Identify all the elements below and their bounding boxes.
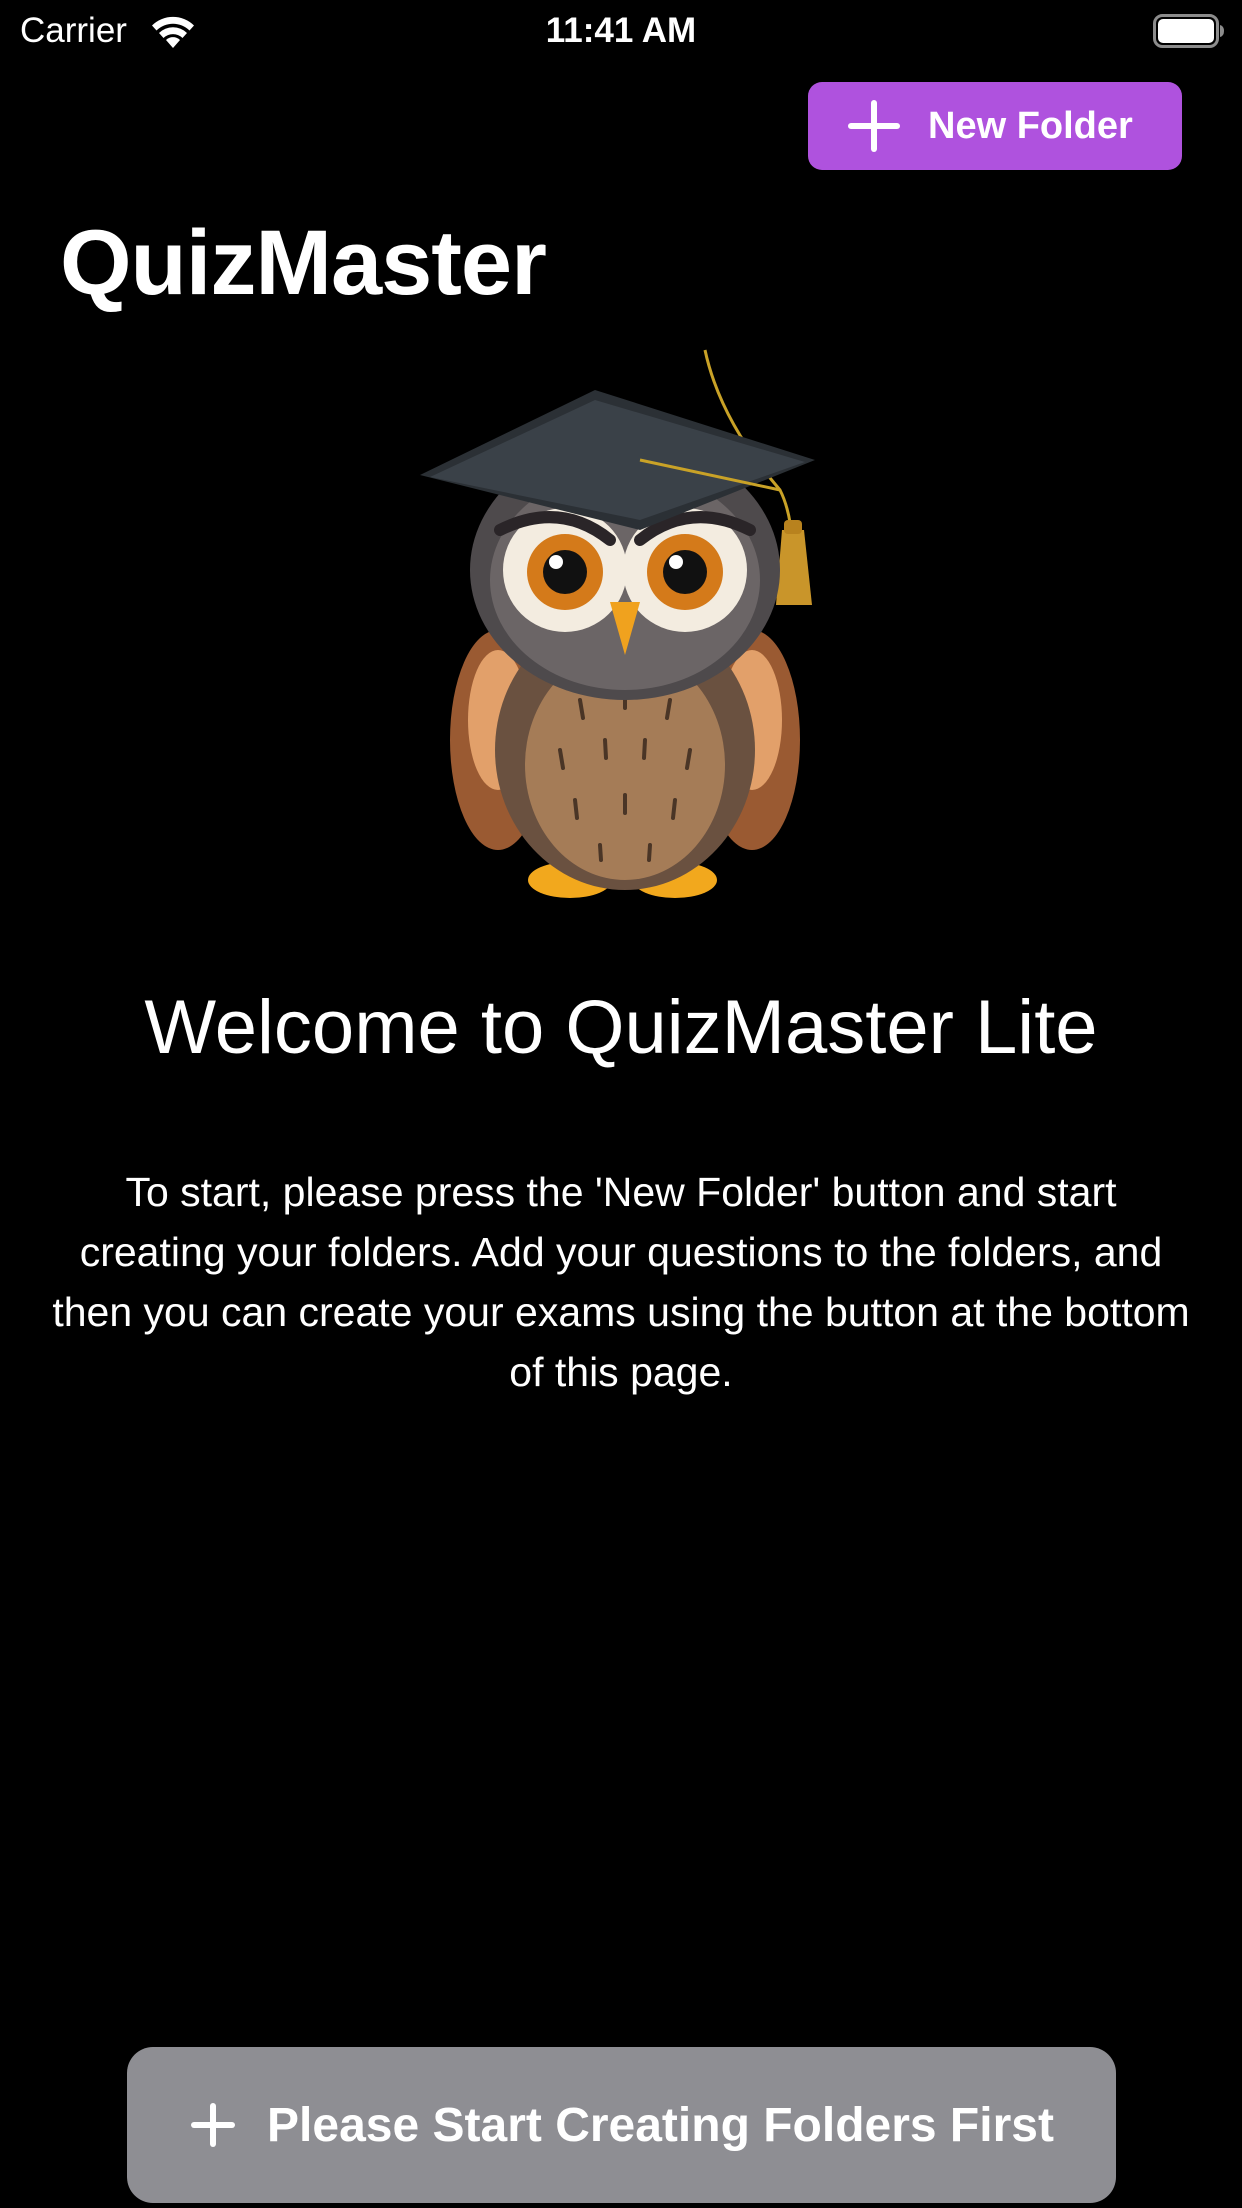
create-exam-button[interactable]: Please Start Creating Folders First: [127, 2047, 1116, 2203]
welcome-heading: Welcome to QuizMaster Lite: [144, 985, 1098, 1070]
owl-graduate-icon: [420, 349, 815, 898]
plus-icon: [848, 100, 900, 152]
instructions-text: To start, please press the 'New Folder' …: [52, 1169, 1190, 1395]
create-exam-label: Please Start Creating Folders First: [267, 2098, 1054, 2152]
status-time: 11:41 AM: [545, 11, 697, 50]
plus-icon: [191, 2103, 236, 2147]
status-bar: Carrier 11:41 AM: [0, 0, 1242, 62]
battery-full-icon: [1153, 14, 1224, 48]
new-folder-label: New Folder: [928, 104, 1133, 147]
new-folder-button[interactable]: New Folder: [808, 82, 1182, 170]
page-title: QuizMaster: [60, 212, 547, 314]
